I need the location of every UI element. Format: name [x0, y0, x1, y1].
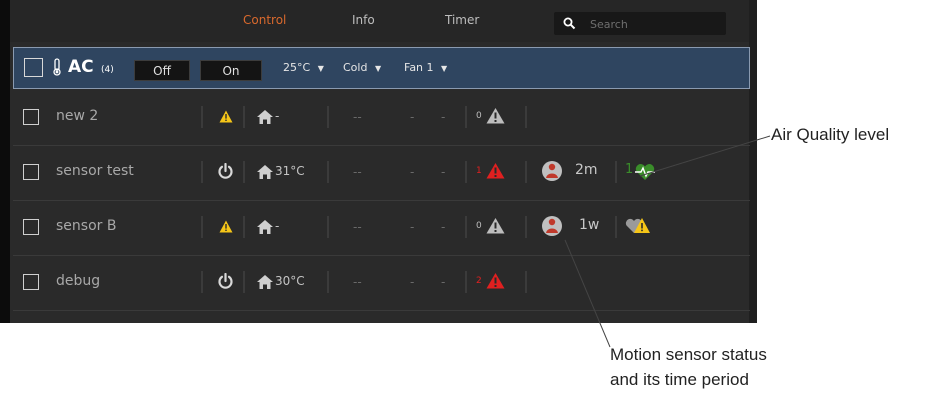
air-quality-callout-line: [639, 135, 771, 177]
annotation-lines: [564, 135, 771, 348]
motion-callout-line: [564, 239, 611, 348]
motion-annotation-line2: and its time period: [610, 370, 749, 389]
air-quality-annotation: Air Quality level: [771, 125, 890, 144]
motion-annotation-line1: Motion sensor status: [610, 345, 767, 364]
